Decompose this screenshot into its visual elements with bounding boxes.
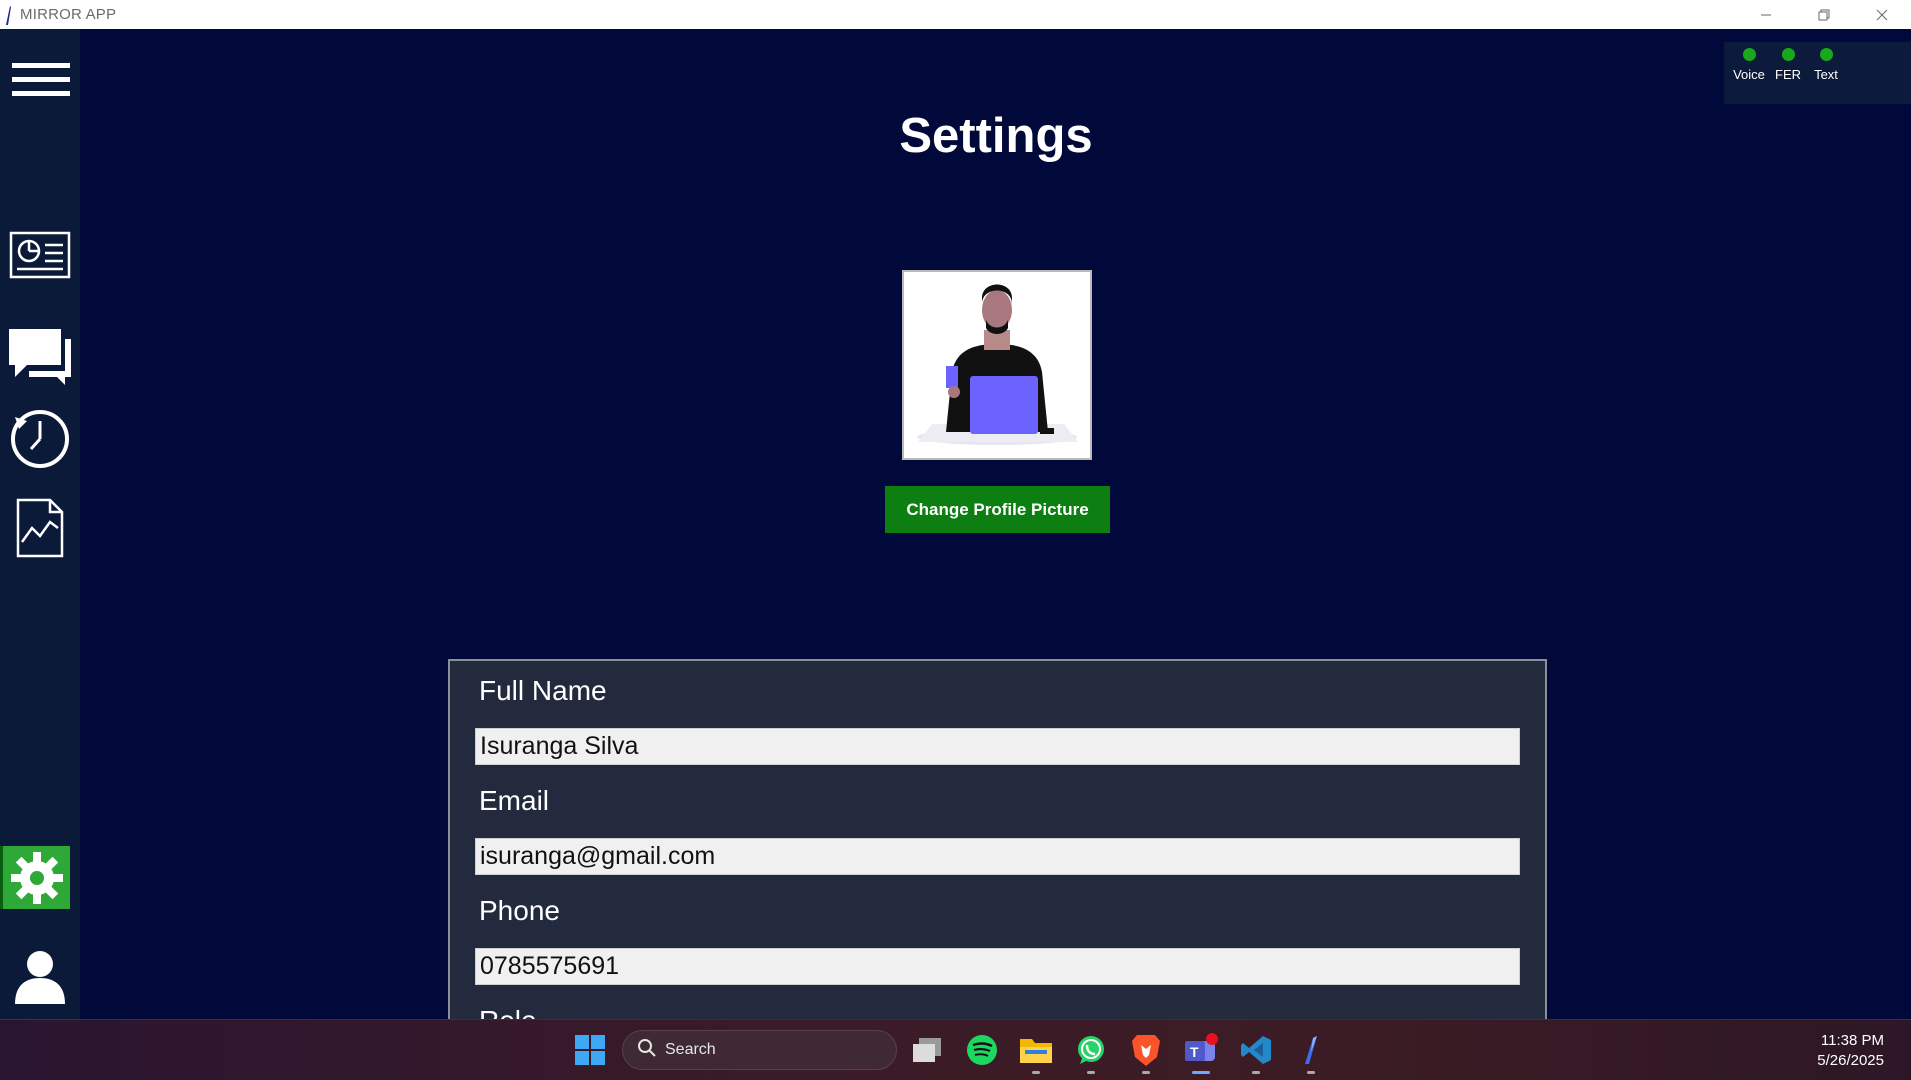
taskbar: Search T 11:38 PM 5/26/2025 [0,1019,1911,1080]
whatsapp-icon[interactable] [1073,1032,1109,1074]
chat-icon[interactable] [0,321,80,391]
close-icon[interactable] [1853,0,1911,29]
taskbar-search[interactable]: Search [622,1030,897,1070]
minimize-icon[interactable] [1737,0,1795,29]
teams-icon[interactable]: T [1183,1032,1219,1074]
clock-history-icon[interactable] [0,405,80,471]
phone-label: Phone [479,895,560,926]
full-name-input[interactable]: Isuranga Silva [475,728,1520,765]
email-input[interactable]: isuranga@gmail.com [475,838,1520,875]
restore-icon[interactable] [1795,0,1853,29]
sidebar [0,29,80,1019]
phone-input[interactable]: 0785575691 [475,948,1520,985]
task-view-icon[interactable] [909,1032,945,1068]
file-explorer-icon[interactable] [1018,1032,1054,1074]
gear-icon[interactable] [0,846,70,909]
brave-browser-icon[interactable] [1128,1032,1164,1074]
user-icon[interactable] [0,944,80,1010]
search-icon [637,1038,657,1063]
email-label: Email [479,785,550,816]
modality-status-panel: Voice FER Text [1724,42,1911,104]
full-name-label: Full Name [479,675,607,706]
status-text: Text [1801,42,1851,82]
change-profile-picture-button[interactable]: Change Profile Picture [885,486,1110,533]
dashboard-icon[interactable] [0,225,80,285]
status-dot-icon [1819,48,1833,61]
spotify-icon[interactable] [964,1032,1000,1068]
status-dot-icon [1781,48,1795,61]
status-dot-icon [1742,48,1756,61]
app-feather-icon [0,4,18,26]
window-controls [1737,0,1911,29]
vscode-icon[interactable] [1238,1032,1274,1074]
page-title: Settings [899,109,1093,163]
mirror-app-icon[interactable] [1293,1032,1329,1074]
report-chart-icon[interactable] [0,497,80,559]
profile-form: Full Name Isuranga Silva Email isuranga@… [448,659,1547,1021]
svg-text:T: T [1190,1044,1199,1060]
system-clock[interactable]: 11:38 PM 5/26/2025 [1817,1031,1884,1071]
title-bar: MIRROR APP [0,0,1911,29]
profile-picture [902,270,1092,460]
windows-start-icon[interactable] [572,1032,608,1068]
hamburger-menu-icon[interactable] [0,51,80,111]
window-title: MIRROR APP [20,6,117,23]
